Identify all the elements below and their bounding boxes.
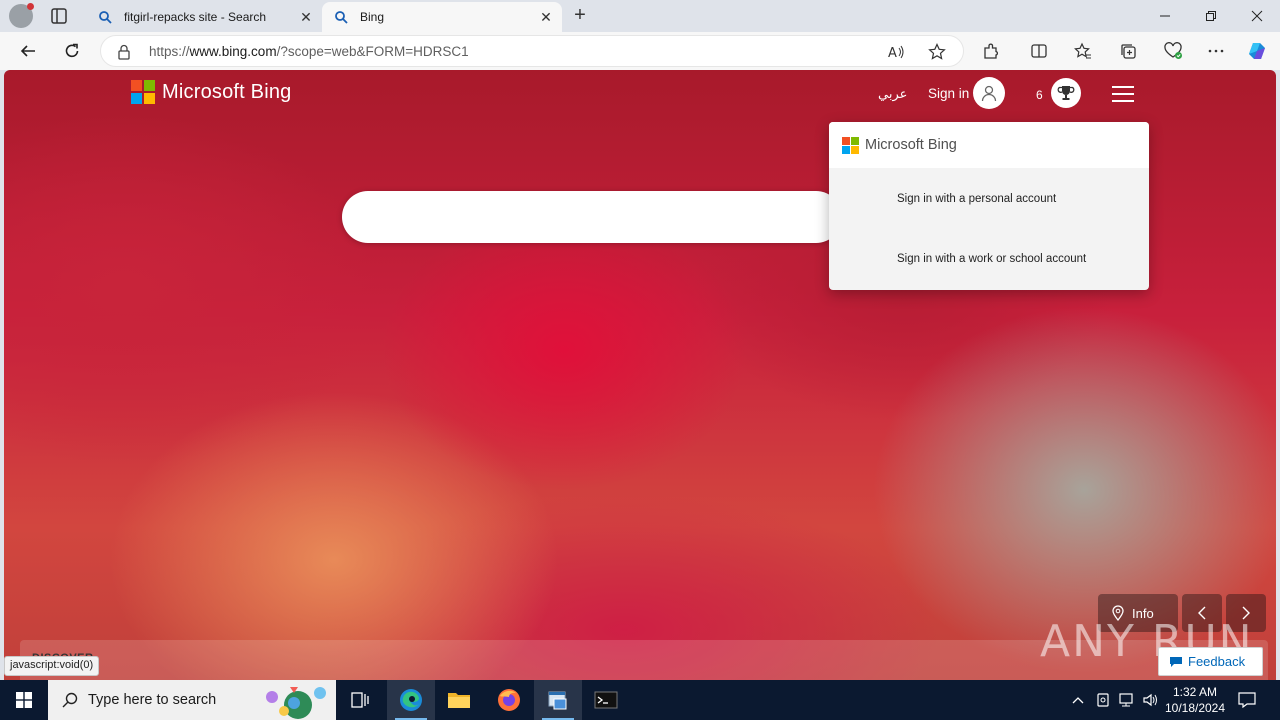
rewards-trophy-icon[interactable] bbox=[1051, 78, 1081, 108]
device-tray-icon[interactable] bbox=[1093, 690, 1113, 710]
tab-actions-icon[interactable] bbox=[48, 6, 70, 26]
windows-start-icon[interactable] bbox=[0, 680, 48, 720]
user-avatar-icon[interactable] bbox=[973, 77, 1005, 109]
refresh-button[interactable] bbox=[58, 37, 86, 65]
task-view-icon[interactable] bbox=[336, 680, 384, 720]
flyout-title: Microsoft Bing bbox=[865, 137, 957, 153]
minimize-button[interactable] bbox=[1142, 0, 1188, 32]
tab-title: fitgirl-repacks site - Search bbox=[124, 10, 267, 24]
signin-personal-account[interactable]: Sign in with a personal account bbox=[897, 193, 1056, 205]
flyout-header: Microsoft Bing bbox=[829, 122, 1149, 168]
menu-hamburger-icon[interactable] bbox=[1112, 86, 1134, 102]
svg-text:A: A bbox=[888, 46, 897, 60]
collections-icon[interactable] bbox=[1117, 40, 1139, 62]
tab-title: Bing bbox=[360, 10, 385, 24]
feedback-icon bbox=[1169, 656, 1183, 668]
more-options-icon[interactable] bbox=[1205, 40, 1227, 62]
close-window-button[interactable] bbox=[1234, 0, 1280, 32]
bing-search-input[interactable] bbox=[342, 191, 842, 243]
close-tab-icon[interactable]: ✕ bbox=[298, 9, 314, 25]
restore-button[interactable] bbox=[1188, 0, 1234, 32]
close-tab-icon[interactable]: ✕ bbox=[538, 9, 554, 25]
edge-taskbar-icon[interactable] bbox=[387, 680, 435, 720]
lock-icon[interactable] bbox=[117, 44, 131, 65]
back-button[interactable] bbox=[14, 37, 42, 65]
browser-essentials-icon[interactable] bbox=[1162, 40, 1184, 62]
taskbar-clock[interactable]: 1:32 AM 10/18/2024 bbox=[1162, 684, 1228, 716]
address-bar[interactable]: https://www.bing.com/?scope=web&FORM=HDR… bbox=[100, 35, 964, 67]
notification-icon[interactable] bbox=[1237, 690, 1257, 710]
network-icon[interactable] bbox=[1116, 690, 1136, 710]
microsoft-logo-icon bbox=[842, 136, 859, 154]
status-bar: javascript:void(0) bbox=[4, 656, 100, 676]
search-highlight-icon bbox=[260, 683, 332, 719]
language-link[interactable]: عربي bbox=[878, 86, 907, 102]
browser-toolbar: https://www.bing.com/?scope=web&FORM=HDR… bbox=[0, 32, 1280, 70]
read-aloud-icon[interactable]: A bbox=[887, 42, 907, 62]
favorites-icon[interactable] bbox=[1072, 40, 1094, 62]
rewards-count[interactable]: 6 bbox=[1036, 88, 1043, 102]
taskbar-search-placeholder: Type here to search bbox=[88, 692, 217, 708]
split-screen-icon[interactable] bbox=[1028, 40, 1050, 62]
favorite-star-icon[interactable] bbox=[927, 42, 947, 62]
search-icon bbox=[98, 10, 112, 24]
file-explorer-icon[interactable] bbox=[435, 680, 483, 720]
search-icon bbox=[334, 10, 348, 24]
signin-flyout: Microsoft Bing Sign in with a personal a… bbox=[829, 122, 1149, 290]
page-viewport: Microsoft Bing عربي Sign in 6 Microsoft … bbox=[4, 70, 1276, 680]
app-window-icon[interactable] bbox=[534, 680, 582, 720]
tab-bing[interactable]: Bing ✕ bbox=[322, 2, 562, 32]
signin-link[interactable]: Sign in bbox=[928, 86, 969, 101]
feedback-button[interactable]: Feedback bbox=[1158, 647, 1263, 676]
feedback-label: Feedback bbox=[1188, 654, 1246, 669]
volume-icon[interactable] bbox=[1140, 690, 1160, 710]
bing-logo-text: Microsoft Bing bbox=[162, 80, 292, 103]
profile-avatar[interactable] bbox=[9, 3, 34, 28]
copilot-icon[interactable] bbox=[1246, 40, 1268, 62]
clock-date: 10/18/2024 bbox=[1164, 701, 1226, 715]
windows-taskbar: Type here to search 1:32 AM 10/18/2024 bbox=[0, 680, 1280, 720]
tab-strip: fitgirl-repacks site - Search ✕ Bing ✕ + bbox=[0, 0, 1280, 32]
taskbar-search-box[interactable]: Type here to search bbox=[48, 680, 336, 720]
bing-logo[interactable]: Microsoft Bing bbox=[131, 80, 292, 104]
microsoft-logo-icon bbox=[131, 80, 155, 104]
search-icon bbox=[62, 692, 78, 708]
tab-search[interactable]: fitgirl-repacks site - Search ✕ bbox=[86, 2, 322, 32]
terminal-icon[interactable] bbox=[582, 680, 630, 720]
signin-work-account[interactable]: Sign in with a work or school account bbox=[897, 253, 1086, 265]
url-text: https://www.bing.com/?scope=web&FORM=HDR… bbox=[149, 44, 469, 59]
new-tab-button[interactable]: + bbox=[570, 5, 590, 25]
extensions-icon[interactable] bbox=[980, 40, 1002, 62]
firefox-icon[interactable] bbox=[485, 680, 533, 720]
clock-time: 1:32 AM bbox=[1172, 685, 1218, 699]
chevron-up-icon[interactable] bbox=[1068, 690, 1088, 710]
